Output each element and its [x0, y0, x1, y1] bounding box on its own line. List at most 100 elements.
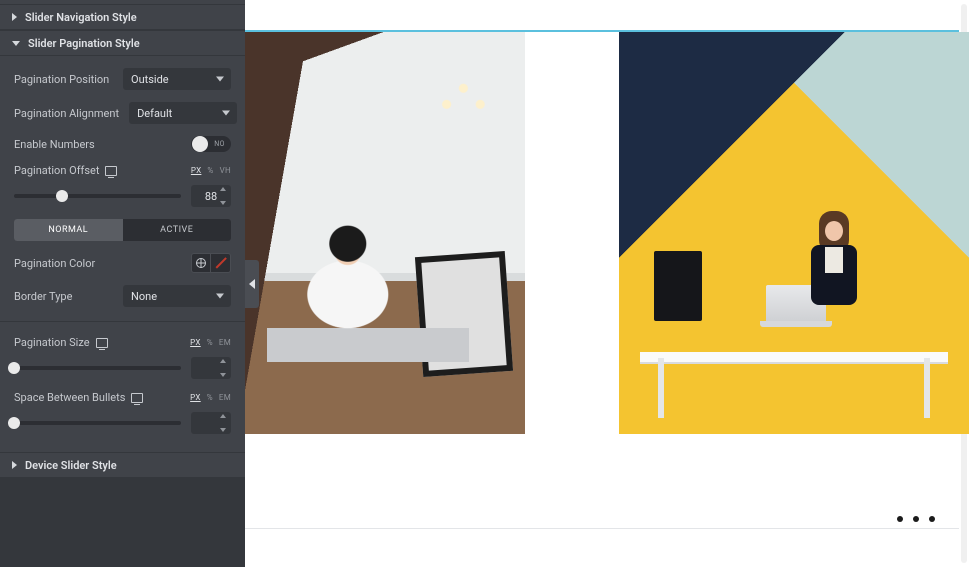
slider-thumb[interactable] — [8, 417, 20, 429]
row-space-between-slider — [14, 412, 231, 434]
spinners — [220, 187, 228, 205]
spinner-down-icon[interactable] — [220, 201, 226, 205]
row-pagination-color: Pagination Color — [14, 253, 231, 273]
select-value: None — [131, 290, 157, 303]
responsive-icon[interactable] — [131, 393, 143, 403]
slide-image — [245, 32, 525, 434]
select-pagination-position[interactable]: Outside — [123, 68, 231, 90]
slide-image — [619, 32, 969, 434]
spinner-down-icon[interactable] — [220, 373, 226, 377]
label-pagination-offset: Pagination Offset — [14, 164, 117, 177]
spacer — [0, 440, 245, 452]
sidebar-bottom-fill — [0, 478, 245, 567]
input-pagination-offset[interactable]: 88 — [191, 185, 231, 207]
section-title: Slider Navigation Style — [25, 11, 137, 24]
row-pagination-alignment: Pagination Alignment Default — [14, 102, 231, 124]
unit-px[interactable]: PX — [191, 166, 202, 175]
units-pagination-size: PX % EM — [190, 338, 231, 347]
row-pagination-offset-header: Pagination Offset PX % VH — [14, 164, 231, 177]
caret-right-icon — [12, 13, 17, 21]
select-value: Outside — [131, 73, 169, 86]
slider-space-between-bullets[interactable] — [14, 416, 181, 430]
slider-widget[interactable] — [245, 30, 959, 434]
divider — [0, 321, 245, 322]
slider-pagination-size[interactable] — [14, 361, 181, 375]
chevron-down-icon — [222, 111, 230, 116]
slide-2[interactable] — [619, 32, 969, 434]
row-space-between-header: Space Between Bullets PX % EM — [14, 391, 231, 404]
pagination-dot[interactable] — [929, 516, 935, 522]
collapse-left-icon — [249, 279, 255, 289]
input-pagination-size[interactable] — [191, 357, 231, 379]
tab-normal[interactable]: NORMAL — [14, 219, 123, 241]
label-pagination-alignment: Pagination Alignment — [14, 107, 119, 120]
section-title: Device Slider Style — [25, 459, 117, 472]
slider-thumb[interactable] — [56, 190, 68, 202]
decorative-person — [801, 211, 871, 321]
editor-canvas[interactable] — [245, 0, 969, 567]
spinner-down-icon[interactable] — [220, 428, 226, 432]
select-pagination-alignment[interactable]: Default — [129, 102, 237, 124]
state-tabs: NORMAL ACTIVE — [14, 219, 231, 241]
toggle-knob — [192, 136, 208, 152]
slider-thumb[interactable] — [8, 362, 20, 374]
decorative-frame — [415, 251, 513, 377]
unit-pct[interactable]: % — [207, 393, 213, 402]
caret-right-icon — [12, 461, 17, 469]
label-enable-numbers: Enable Numbers — [14, 138, 95, 151]
sidebar-collapse-handle[interactable] — [245, 260, 259, 308]
app-root: Slider Navigation Style Slider Paginatio… — [0, 0, 969, 567]
unit-em[interactable]: EM — [219, 393, 231, 402]
toggle-enable-numbers[interactable]: NO — [191, 136, 231, 152]
unit-em[interactable]: EM — [219, 338, 231, 347]
chevron-down-icon — [216, 294, 224, 299]
label-border-type: Border Type — [14, 290, 72, 303]
pagination-dot[interactable] — [913, 516, 919, 522]
label-pagination-size: Pagination Size — [14, 336, 108, 349]
responsive-icon[interactable] — [105, 166, 117, 176]
select-border-type[interactable]: None — [123, 285, 231, 307]
slider-track — [14, 366, 181, 370]
row-pagination-position: Pagination Position Outside — [14, 68, 231, 90]
label-space-between-bullets: Space Between Bullets — [14, 391, 143, 404]
section-divider — [245, 528, 959, 529]
label-pagination-position: Pagination Position — [14, 73, 109, 86]
decorative-desk-legs — [640, 358, 948, 418]
units-pagination-offset: PX % VH — [191, 166, 231, 175]
unit-pct[interactable]: % — [207, 166, 213, 175]
chevron-down-icon — [216, 77, 224, 82]
unit-px[interactable]: PX — [190, 338, 201, 347]
tab-active[interactable]: ACTIVE — [123, 219, 232, 241]
section-slider-navigation-style[interactable]: Slider Navigation Style — [0, 4, 245, 30]
row-enable-numbers: Enable Numbers NO — [14, 136, 231, 152]
slider-pagination — [897, 516, 935, 522]
input-space-between-bullets[interactable] — [191, 412, 231, 434]
unit-pct[interactable]: % — [207, 338, 213, 347]
label-pagination-color: Pagination Color — [14, 257, 95, 270]
row-pagination-size-header: Pagination Size PX % EM — [14, 336, 231, 349]
section-slider-pagination-style[interactable]: Slider Pagination Style — [0, 30, 245, 56]
style-sidebar: Slider Navigation Style Slider Paginatio… — [0, 0, 245, 567]
responsive-icon[interactable] — [96, 338, 108, 348]
slider-track — [14, 194, 181, 198]
spinners — [220, 414, 228, 432]
section-body-pagination-style: Pagination Position Outside Pagination A… — [0, 56, 245, 440]
input-value: 88 — [205, 190, 217, 203]
none-slash-icon — [215, 258, 226, 269]
spinner-up-icon[interactable] — [220, 414, 226, 418]
pagination-dot[interactable] — [897, 516, 903, 522]
row-pagination-size-slider — [14, 357, 231, 379]
unit-px[interactable]: PX — [190, 393, 201, 402]
spinner-up-icon[interactable] — [220, 359, 226, 363]
spinner-up-icon[interactable] — [220, 187, 226, 191]
caret-down-icon — [12, 41, 20, 46]
slider-pagination-offset[interactable] — [14, 189, 181, 203]
select-value: Default — [137, 107, 172, 120]
section-device-slider-style[interactable]: Device Slider Style — [0, 452, 245, 478]
toggle-off-text: NO — [214, 140, 225, 148]
section-title: Slider Pagination Style — [28, 37, 140, 50]
unit-vh[interactable]: VH — [220, 166, 231, 175]
slide-1[interactable] — [245, 32, 525, 434]
chip-color-swatch[interactable] — [211, 253, 231, 273]
chip-global-color[interactable] — [191, 253, 211, 273]
